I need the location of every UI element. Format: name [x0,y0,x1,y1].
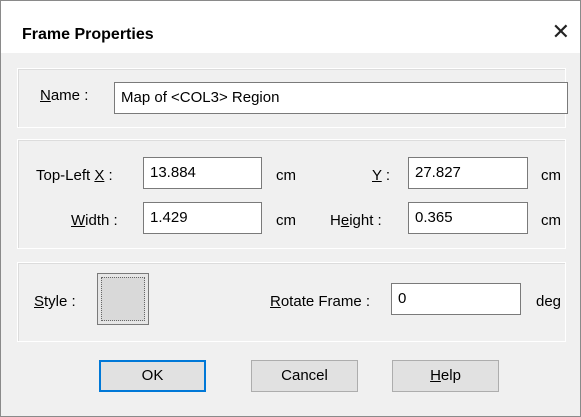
height-label: Height : [330,212,382,229]
name-group: Name : Map of <COL3> Region [17,68,568,128]
top-left-x-input[interactable]: 13.884 [143,157,262,189]
y-label: Y : [372,167,391,184]
rotate-frame-unit: deg [536,293,562,310]
help-button[interactable]: Help [392,360,499,392]
name-label: Name : [40,87,89,104]
close-icon[interactable]: ✕ [552,21,570,43]
name-input[interactable]: Map of <COL3> Region [114,82,568,114]
y-input[interactable]: 27.827 [408,157,528,189]
width-input[interactable]: 1.429 [143,202,262,234]
position-size-group: Top-Left X : 13.884 cm Y : 27.827 cm Wid… [17,139,566,249]
height-input[interactable]: 0.365 [408,202,528,234]
width-label: Width : [71,212,118,229]
style-swatch-button[interactable] [97,273,149,325]
dialog-title: Frame Properties [22,26,154,43]
style-swatch-preview [101,277,145,321]
top-left-x-unit: cm [276,167,296,184]
height-unit: cm [541,212,561,229]
frame-properties-dialog: Frame Properties ✕ Name : Map of <COL3> … [0,0,581,417]
top-left-x-label: Top-Left X : [36,167,113,184]
y-unit: cm [541,167,561,184]
ok-button[interactable]: OK [99,360,206,392]
style-label: Style : [34,293,76,310]
cancel-button[interactable]: Cancel [251,360,358,392]
title-bar: Frame Properties ✕ [1,1,580,53]
width-unit: cm [276,212,296,229]
rotate-frame-input[interactable]: 0 [391,283,521,315]
rotate-frame-label: Rotate Frame : [270,293,371,310]
